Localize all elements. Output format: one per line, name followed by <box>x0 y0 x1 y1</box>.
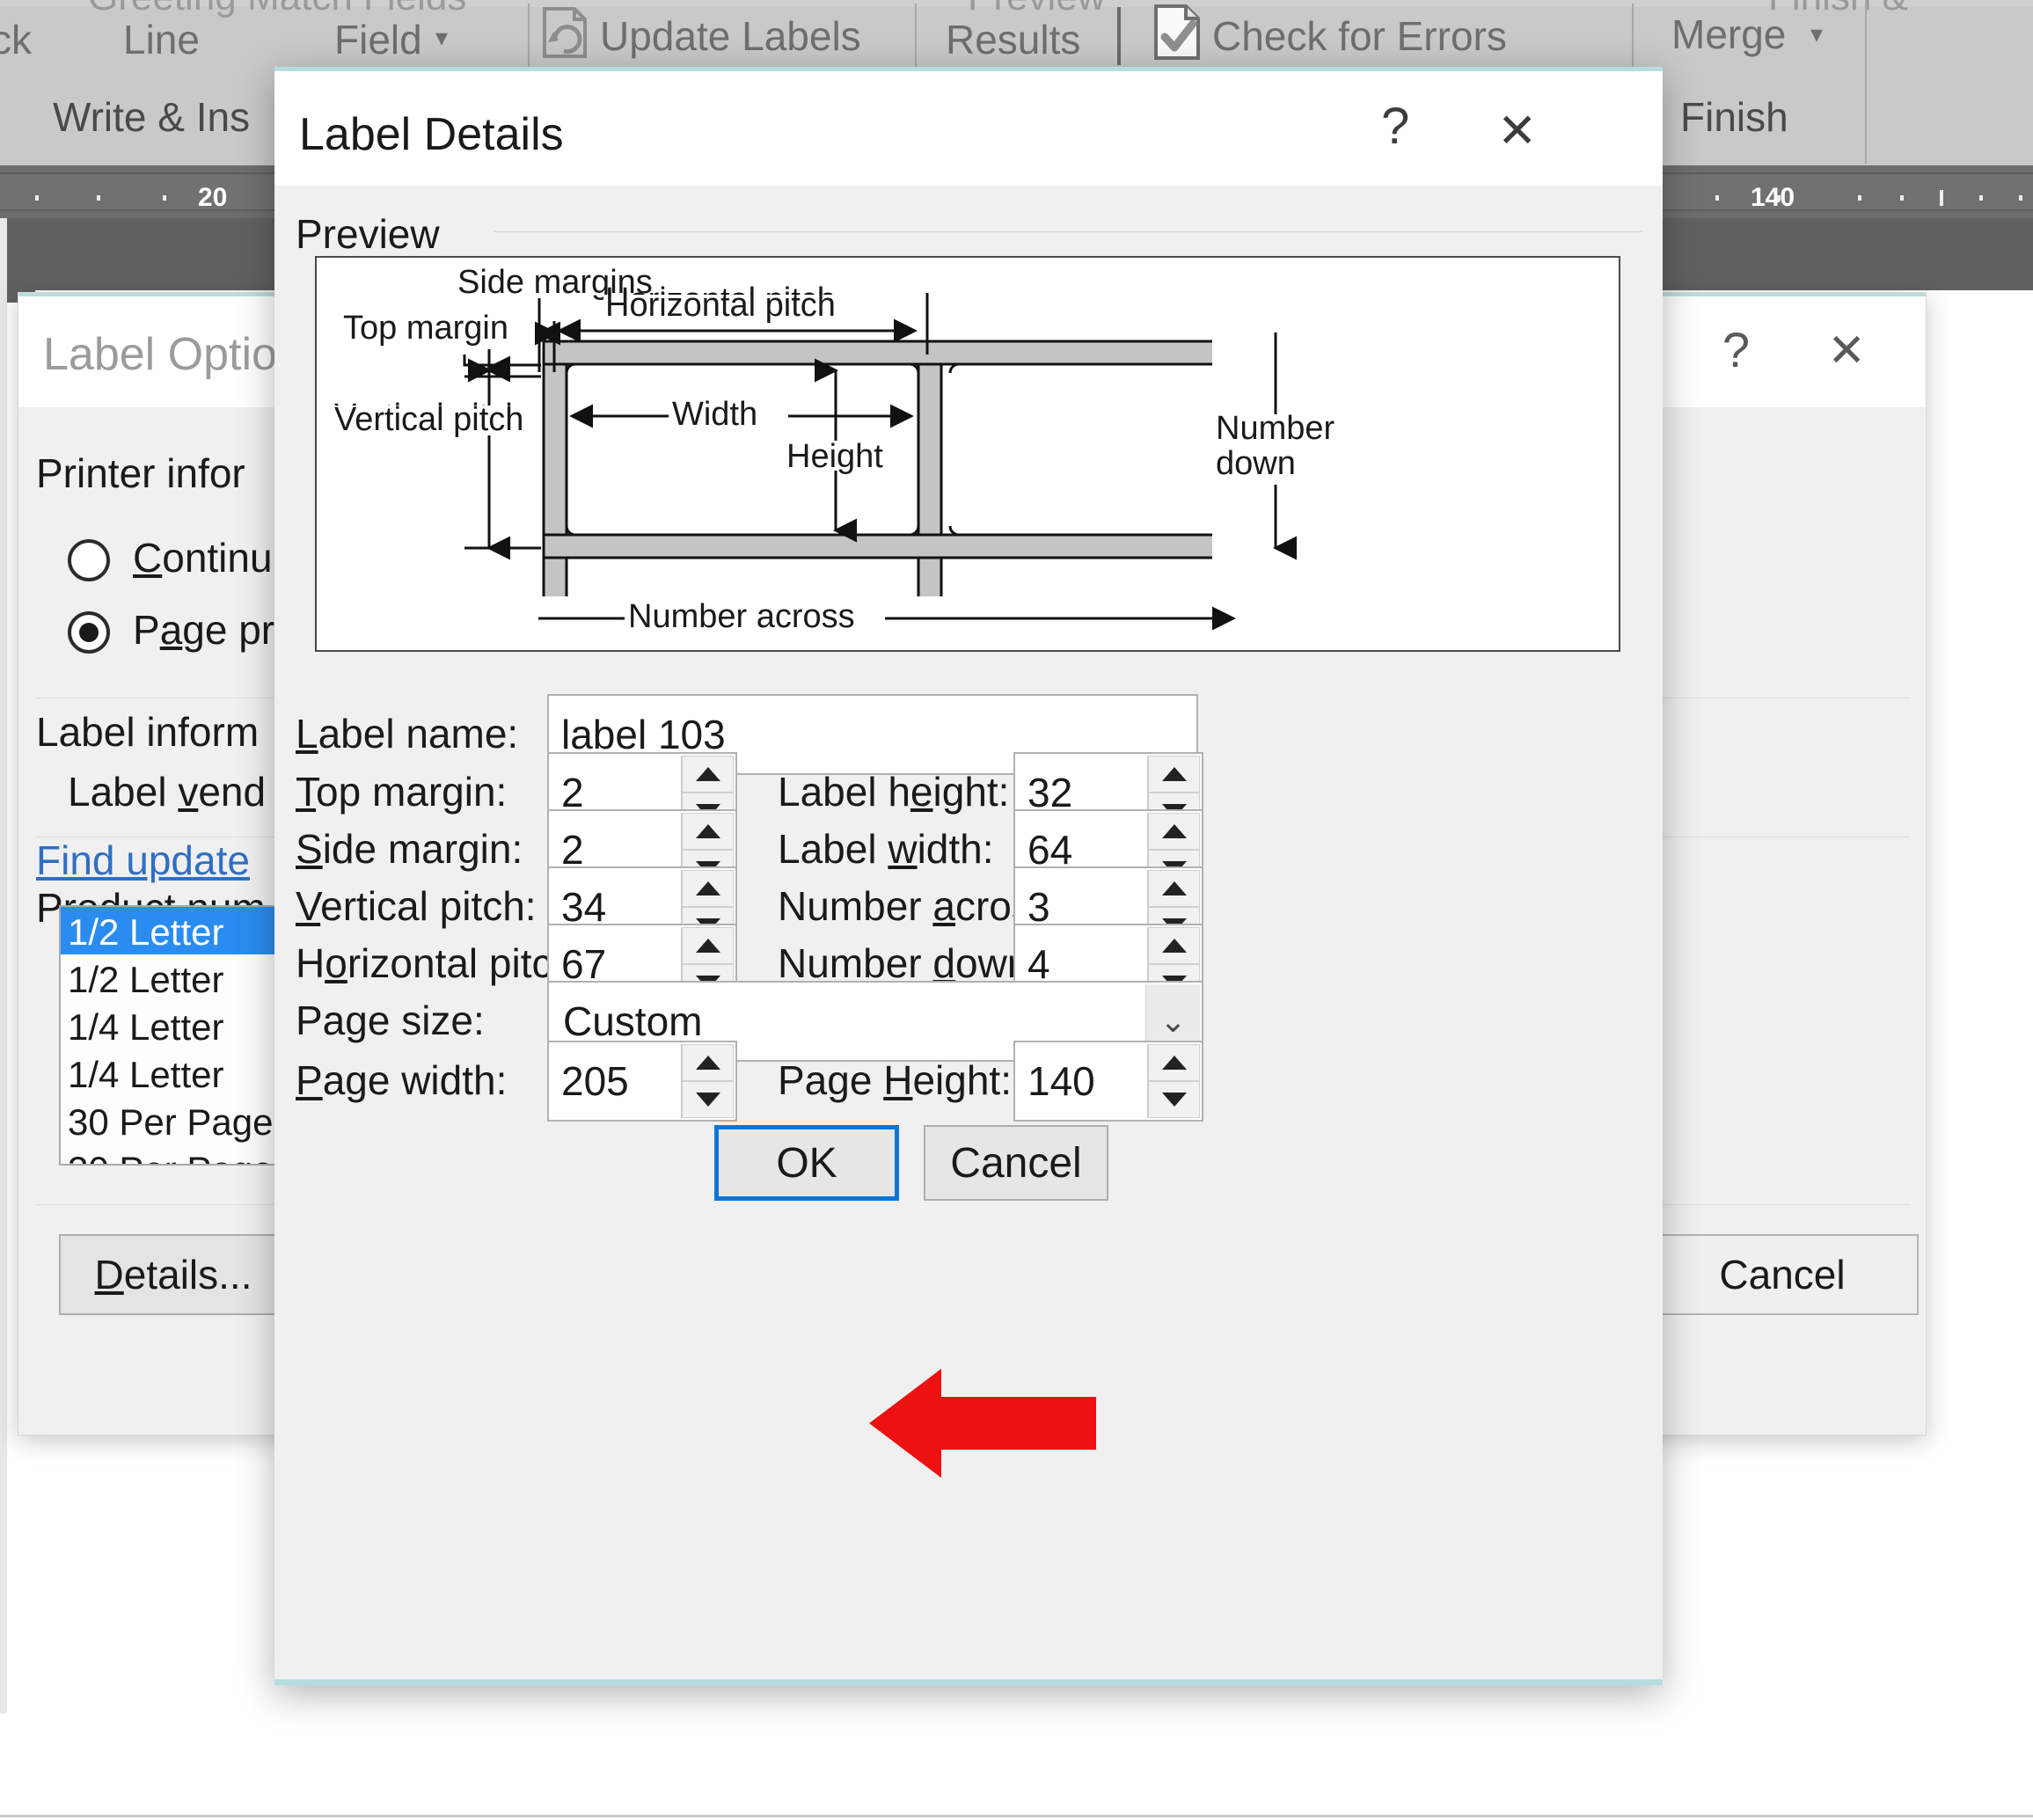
list-item[interactable]: 1/2 Letter <box>61 954 295 1002</box>
ribbon-group-write-insert: Write & Ins <box>53 94 251 140</box>
number-down-label: Number down: <box>778 940 1042 986</box>
list-item[interactable]: 1/4 Letter <box>61 1002 295 1049</box>
list-item[interactable]: 30 Per Page <box>61 1144 295 1164</box>
document-left-edge <box>0 218 7 1714</box>
radio-selected-dot <box>79 623 99 642</box>
ribbon-item-merge[interactable]: Merge <box>1671 11 1786 58</box>
diagram-label-number-down-line2: down <box>1216 445 1296 482</box>
label-name-label: Label name: <box>296 711 519 757</box>
close-icon[interactable]: ✕ <box>1827 325 1866 377</box>
list-item[interactable]: 1/2 Letter <box>61 907 295 954</box>
page-width-label: Page width: <box>296 1057 508 1103</box>
ribbon-item-field[interactable]: Field <box>334 16 422 63</box>
ribbon-group-finish: Finish <box>1680 94 1788 140</box>
top-margin-label: Top margin: <box>296 769 508 815</box>
label-details-title: Label Details <box>299 109 564 160</box>
horizontal-pitch-label: Horizontal pitch: <box>296 940 586 986</box>
ribbon-item-results[interactable]: Results <box>946 16 1080 63</box>
chevron-down-icon-merge[interactable]: ▾ <box>1810 19 1823 48</box>
side-margin-label: Side margin: <box>296 826 523 872</box>
ribbon-divider-3 <box>1117 7 1121 65</box>
diagram-label-width: Width <box>672 396 757 433</box>
label-layout-svg: Side margins Top margin Horizontal pitch <box>333 264 1381 635</box>
page-size-value: Custom <box>563 998 703 1044</box>
window-bottom-border <box>0 1815 2033 1817</box>
radio-continuous-feed[interactable] <box>68 539 110 581</box>
label-details-titlebar[interactable]: Label Details ? ✕ <box>274 71 1663 186</box>
update-labels-icon <box>543 7 587 58</box>
question-mark-icon[interactable]: ? <box>1381 99 1409 154</box>
screen-root: Greeting Match Fields Preview Finish & c… <box>0 0 2033 1820</box>
page-height-stepper[interactable] <box>1147 1044 1200 1118</box>
details-button[interactable]: Details... <box>59 1234 288 1315</box>
check-for-errors-icon <box>1154 4 1200 60</box>
details-accent-bottom <box>274 1679 1663 1685</box>
ribbon-clipped-finish: Finish & <box>1768 0 1908 19</box>
find-updates-link[interactable]: Find update <box>36 837 250 884</box>
label-width-label: Label width: <box>778 826 994 872</box>
label-name-value: label 103 <box>561 712 726 757</box>
annotation-arrow-icon <box>869 1369 1096 1478</box>
radio-page-printers-label: Page pr <box>133 607 275 653</box>
ruler-mark-20: 20 <box>198 183 228 212</box>
label-options-title: Label Optio <box>43 329 277 380</box>
printer-information-label: Printer infor <box>36 450 245 496</box>
vertical-pitch-label: Vertical pitch: <box>296 883 537 929</box>
diagram-label-horizontal-pitch-text: Horizontal pitch <box>605 287 836 324</box>
chevron-down-icon-field[interactable]: ▾ <box>435 23 448 52</box>
list-item[interactable]: 1/4 Letter <box>61 1049 295 1097</box>
page-width-input[interactable]: 205 <box>547 1041 737 1122</box>
product-number-listbox[interactable]: 1/2 Letter 1/2 Letter 1/4 Letter 1/4 Let… <box>59 905 296 1166</box>
diagram-label-number-across: Number across <box>628 598 855 635</box>
close-icon[interactable]: ✕ <box>1497 105 1537 157</box>
page-size-label: Page size: <box>296 998 485 1043</box>
label-details-cancel-button[interactable]: Cancel <box>924 1125 1108 1201</box>
page-width-value: 205 <box>561 1058 629 1104</box>
page-width-stepper[interactable] <box>681 1044 734 1118</box>
label-height-label: Label height: <box>778 769 1010 815</box>
question-mark-icon[interactable]: ? <box>1722 321 1750 378</box>
label-vendors-label: Label vend <box>68 769 267 815</box>
label-preview-diagram: Side margins Top margin Horizontal pitch <box>315 256 1620 652</box>
list-item[interactable]: 30 Per Page <box>61 1097 295 1144</box>
radio-page-printers[interactable] <box>68 611 110 654</box>
ribbon-item-update-labels[interactable]: Update Labels <box>600 12 861 60</box>
ribbon-item-block[interactable]: ck <box>0 16 32 63</box>
ribbon-item-line[interactable]: Line <box>123 16 200 63</box>
ribbon-item-check-for-errors[interactable]: Check for Errors <box>1212 12 1507 60</box>
ruler-mark-140: 140 <box>1751 183 1795 212</box>
label-options-cancel-button[interactable]: Cancel <box>1646 1234 1919 1315</box>
diagram-label-height: Height <box>786 438 883 475</box>
preview-section-rule <box>494 231 1642 232</box>
ribbon-divider-5 <box>1865 4 1867 164</box>
ok-button[interactable]: OK <box>714 1125 899 1201</box>
preview-section-label: Preview <box>296 211 440 257</box>
radio-continuous-label: CContinuontinu <box>133 535 273 581</box>
diagram-label-vertical-pitch-text: Vertical pitch <box>334 401 523 438</box>
page-height-input[interactable]: 140 <box>1013 1041 1203 1122</box>
diagram-label-number-down-line1: Number <box>1216 410 1335 447</box>
page-height-label: Page Height: <box>778 1057 1012 1103</box>
label-information-label: Label inform <box>36 709 260 755</box>
page-height-value: 140 <box>1027 1058 1095 1104</box>
diagram-label-top-margin: Top margin <box>343 310 508 347</box>
